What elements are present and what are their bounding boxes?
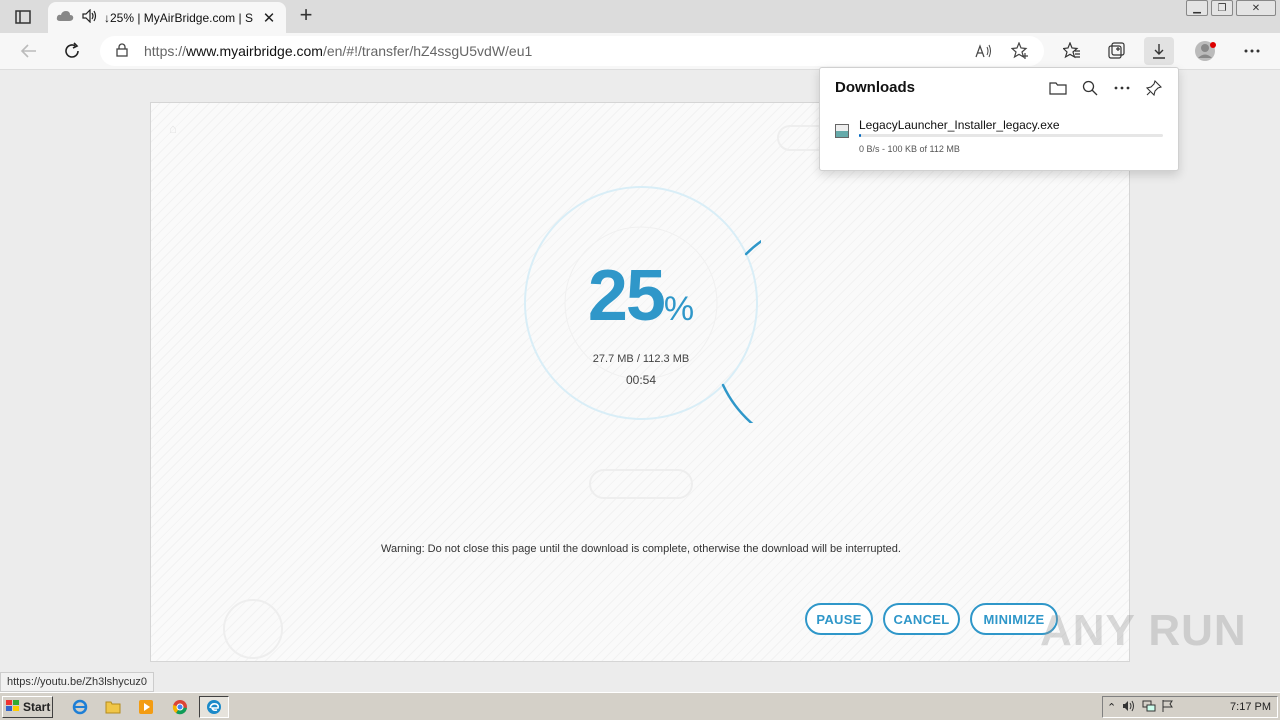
faint-download-pill <box>589 469 693 499</box>
back-button[interactable] <box>14 37 44 65</box>
volume-icon[interactable] <box>1122 700 1136 715</box>
tab-actions-icon[interactable] <box>8 6 38 28</box>
download-status: 0 B/s - 100 KB of 112 MB <box>859 144 960 154</box>
chrome-icon[interactable] <box>168 696 192 718</box>
close-tab-icon[interactable]: ✕ <box>260 9 278 27</box>
close-window-button[interactable]: ✕ <box>1236 0 1276 16</box>
restore-window-button[interactable]: ❐ <box>1211 0 1233 16</box>
pause-button[interactable]: PAUSE <box>805 603 873 635</box>
download-filename: LegacyLauncher_Installer_legacy.exe <box>859 118 1060 132</box>
media-player-icon[interactable] <box>134 696 158 718</box>
percent-value: 25 <box>587 256 666 336</box>
new-tab-button[interactable]: + <box>294 4 318 28</box>
read-aloud-icon[interactable] <box>974 41 994 61</box>
profile-avatar[interactable] <box>1191 37 1221 65</box>
home-icon: ⌂ <box>169 121 177 136</box>
network-icon[interactable] <box>1142 700 1156 715</box>
edge-icon[interactable] <box>199 696 229 718</box>
faint-circle <box>223 599 283 659</box>
open-folder-icon[interactable] <box>1048 78 1068 98</box>
favorites-button[interactable] <box>1057 37 1087 65</box>
file-icon <box>835 124 849 138</box>
url-prefix: https:// <box>144 43 187 59</box>
refresh-button[interactable] <box>57 37 87 65</box>
download-progress-fill <box>859 134 861 137</box>
tab-strip: ↓25% | MyAirBridge.com | S ✕ + ▁ ❐ ✕ <box>0 0 1280 33</box>
windows-taskbar: Start ⌃ 7:17 PM <box>0 692 1280 720</box>
status-link-preview: https://youtu.be/Zh3lshycuz0 <box>0 672 155 692</box>
window-controls: ▁ ❐ ✕ <box>1183 0 1276 18</box>
add-favorite-icon[interactable] <box>1010 41 1030 61</box>
show-hidden-icons-icon[interactable]: ⌃ <box>1107 701 1116 714</box>
cloud-icon <box>56 10 74 25</box>
watermark-logo: ANY RUN <box>1040 606 1247 655</box>
tab-title: ↓25% | MyAirBridge.com | S <box>104 10 253 25</box>
downloads-panel: Downloads LegacyLauncher_Installer_legac… <box>819 67 1179 171</box>
url-path: /en/#!/transfer/hZ4ssgU5vdW/eu1 <box>322 43 533 59</box>
progress-percent: 25% <box>521 255 761 337</box>
start-button[interactable]: Start <box>2 696 53 718</box>
system-tray: ⌃ 7:17 PM <box>1102 696 1278 718</box>
progress-ring: 25% 27.7 MB / 112.3 MB 00:54 <box>521 183 946 454</box>
transfer-actions: PAUSE CANCEL MINIMIZE <box>805 603 1058 635</box>
search-icon[interactable] <box>1080 78 1100 98</box>
cancel-button[interactable]: CANCEL <box>883 603 960 635</box>
address-bar[interactable]: https://www.myairbridge.com/en/#!/transf… <box>100 36 1044 66</box>
pin-icon[interactable] <box>1144 78 1164 98</box>
more-menu-button[interactable] <box>1237 37 1267 65</box>
downloads-title: Downloads <box>835 79 916 96</box>
collections-button[interactable] <box>1101 37 1131 65</box>
speaker-icon[interactable] <box>82 8 98 26</box>
percent-sign: % <box>663 290 695 328</box>
url-host: www.myairbridge.com <box>186 43 323 59</box>
lock-icon[interactable] <box>116 42 128 60</box>
folder-icon[interactable] <box>101 696 125 718</box>
minimize-window-button[interactable]: ▁ <box>1186 0 1208 16</box>
start-label: Start <box>23 700 51 714</box>
transferred-size: 27.7 MB / 112.3 MB <box>592 353 690 365</box>
ie-icon[interactable] <box>68 696 92 718</box>
warning-text: Warning: Do not close this page until th… <box>381 543 901 555</box>
downloads-button[interactable] <box>1144 37 1174 65</box>
remaining-time: 00:54 <box>625 373 657 387</box>
more-options-icon[interactable] <box>1112 78 1132 98</box>
flag-icon[interactable] <box>1162 699 1174 715</box>
browser-tab[interactable]: ↓25% | MyAirBridge.com | S ✕ <box>48 2 286 33</box>
download-progress-bar <box>859 134 1163 137</box>
windows-logo-icon <box>6 699 20 715</box>
browser-toolbar: https://www.myairbridge.com/en/#!/transf… <box>0 33 1280 70</box>
transfer-card: ⌂ 25% 27.7 MB / 112.3 MB 00:54 Warning: … <box>150 102 1130 662</box>
downloads-actions <box>1048 78 1164 98</box>
taskbar-clock: 7:17 PM <box>1230 701 1271 713</box>
url-text: https://www.myairbridge.com/en/#!/transf… <box>144 43 532 59</box>
